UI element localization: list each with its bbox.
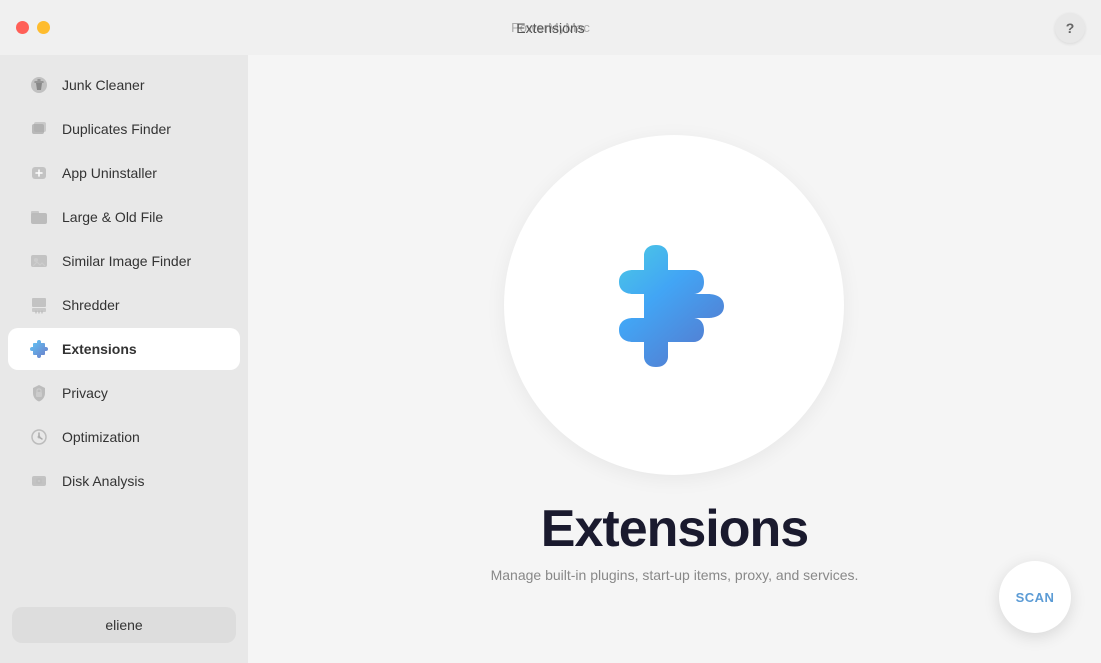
sidebar-label-privacy: Privacy <box>62 385 108 401</box>
sidebar-item-extensions[interactable]: Extensions <box>8 328 240 370</box>
sidebar-label-large-old-file: Large & Old File <box>62 209 163 225</box>
sidebar-item-app-uninstaller[interactable]: App Uninstaller <box>8 152 240 194</box>
sidebar-item-optimization[interactable]: Optimization <box>8 416 240 458</box>
privacy-icon <box>28 382 50 404</box>
app-uninstaller-icon <box>28 162 50 184</box>
content-subtitle: Manage built-in plugins, start-up items,… <box>491 567 859 583</box>
sidebar: Junk Cleaner Duplicates Finder App Unins… <box>0 55 248 663</box>
titlebar: PowerMyMac Extensions ? <box>0 0 1101 55</box>
sidebar-item-large-old-file[interactable]: Large & Old File <box>8 196 240 238</box>
large-old-file-icon <box>28 206 50 228</box>
minimize-button[interactable] <box>37 21 50 34</box>
sidebar-label-duplicates-finder: Duplicates Finder <box>62 121 171 137</box>
sidebar-label-junk-cleaner: Junk Cleaner <box>62 77 145 93</box>
sidebar-item-privacy[interactable]: Privacy <box>8 372 240 414</box>
content-area: Extensions Manage built-in plugins, star… <box>248 55 1101 663</box>
traffic-lights <box>16 21 50 34</box>
close-button[interactable] <box>16 21 29 34</box>
scan-button[interactable]: SCAN <box>999 561 1071 633</box>
sidebar-footer: eliene <box>0 595 248 655</box>
sidebar-label-shredder: Shredder <box>62 297 120 313</box>
content-title: Extensions <box>541 499 808 559</box>
user-button[interactable]: eliene <box>12 607 236 643</box>
sidebar-item-disk-analysis[interactable]: Disk Analysis <box>8 460 240 502</box>
main-layout: Junk Cleaner Duplicates Finder App Unins… <box>0 55 1101 663</box>
sidebar-item-duplicates-finder[interactable]: Duplicates Finder <box>8 108 240 150</box>
main-icon-circle <box>504 135 844 475</box>
junk-cleaner-icon <box>28 74 50 96</box>
help-button[interactable]: ? <box>1055 13 1085 43</box>
extensions-puzzle-icon <box>584 215 764 395</box>
sidebar-label-similar-image-finder: Similar Image Finder <box>62 253 191 269</box>
sidebar-label-extensions: Extensions <box>62 341 137 357</box>
sidebar-item-similar-image-finder[interactable]: Similar Image Finder <box>8 240 240 282</box>
similar-image-finder-icon <box>28 250 50 272</box>
header-title: Extensions <box>516 20 584 36</box>
sidebar-item-junk-cleaner[interactable]: Junk Cleaner <box>8 64 240 106</box>
sidebar-item-shredder[interactable]: Shredder <box>8 284 240 326</box>
duplicates-finder-icon <box>28 118 50 140</box>
optimization-icon <box>28 426 50 448</box>
content-inner: Extensions Manage built-in plugins, star… <box>491 135 859 583</box>
sidebar-label-app-uninstaller: App Uninstaller <box>62 165 157 181</box>
extensions-icon <box>28 338 50 360</box>
shredder-icon <box>28 294 50 316</box>
sidebar-label-disk-analysis: Disk Analysis <box>62 473 144 489</box>
sidebar-label-optimization: Optimization <box>62 429 140 445</box>
disk-analysis-icon <box>28 470 50 492</box>
